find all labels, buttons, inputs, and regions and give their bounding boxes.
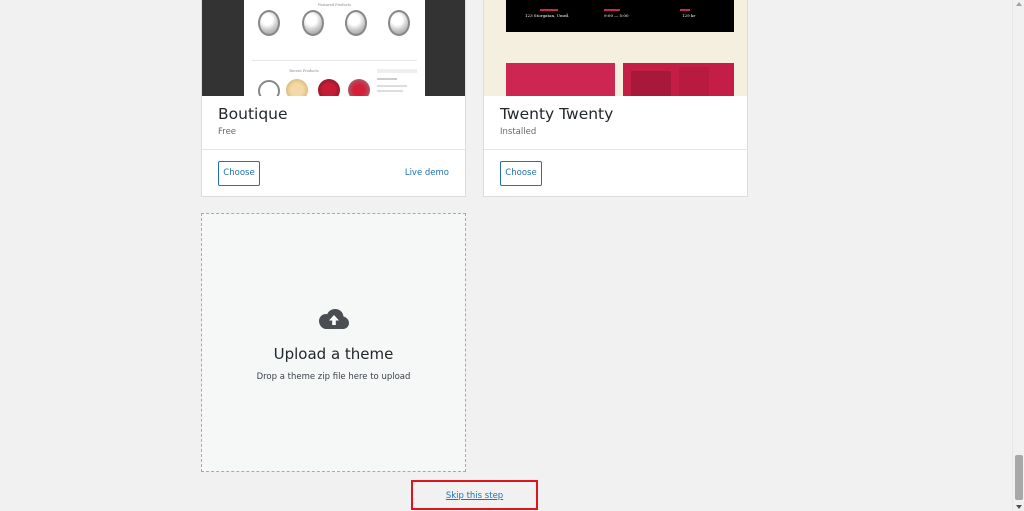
text-line — [377, 90, 403, 92]
hours-text: 9:00 — 5:00 — [604, 13, 629, 18]
scroll-down-arrow-icon[interactable] — [1016, 505, 1022, 509]
product-image — [348, 79, 370, 96]
skip-highlight-frame: Skip this step — [411, 480, 538, 510]
divider — [252, 60, 417, 61]
ring-image — [302, 10, 324, 36]
theme-card-twenty-twenty: 123 Storgatan, Umeå 9:00 — 5:00 129 kr T… — [483, 0, 748, 197]
ring-image — [258, 10, 280, 36]
text-line — [377, 78, 397, 80]
scrollbar-thumb[interactable] — [1015, 455, 1023, 500]
featured-products-heading: Featured Products — [318, 3, 351, 7]
upload-description: Drop a theme zip file here to upload — [256, 372, 411, 382]
red-block — [623, 63, 734, 96]
upload-theme-dropzone[interactable]: Upload a theme Drop a theme zip file her… — [201, 213, 466, 472]
label-mark — [604, 9, 620, 11]
screenshot-page: Featured Products Recent Products — [244, 0, 425, 96]
text-line — [377, 85, 407, 87]
product-image — [318, 79, 340, 96]
search-field — [377, 69, 417, 73]
upload-title: Upload a theme — [273, 345, 394, 363]
red-block — [506, 63, 615, 96]
vertical-scrollbar[interactable] — [1012, 0, 1024, 511]
product-image — [258, 80, 280, 96]
ring-image — [345, 10, 367, 36]
theme-status: Free — [218, 127, 237, 137]
screenshot-header: 123 Storgatan, Umeå 9:00 — 5:00 129 kr — [506, 0, 734, 32]
scroll-up-arrow-icon[interactable] — [1016, 2, 1022, 6]
ring-image — [388, 10, 410, 36]
theme-screenshot[interactable]: 123 Storgatan, Umeå 9:00 — 5:00 129 kr — [484, 0, 747, 96]
label-mark — [540, 9, 558, 11]
theme-actions: Choose — [484, 150, 747, 197]
choose-button[interactable]: Choose — [218, 161, 260, 186]
recent-products-heading: Recent Products — [289, 69, 319, 73]
theme-actions: Choose Live demo — [202, 150, 465, 197]
skip-this-step-link[interactable]: Skip this step — [413, 491, 536, 501]
theme-status: Installed — [500, 127, 537, 137]
theme-screenshot[interactable]: Featured Products Recent Products — [202, 0, 465, 96]
choose-button[interactable]: Choose — [500, 161, 542, 186]
price-text: 129 kr — [682, 13, 696, 18]
theme-info: Twenty Twenty Installed — [484, 96, 747, 150]
shadow-block — [631, 71, 671, 96]
live-demo-link[interactable]: Live demo — [405, 168, 449, 178]
label-mark — [680, 9, 690, 11]
address-text: 123 Storgatan, Umeå — [525, 13, 569, 18]
theme-card-boutique: Featured Products Recent Products Boutiq… — [201, 0, 466, 197]
cloud-upload-icon — [319, 309, 349, 329]
shadow-block — [679, 67, 709, 96]
product-image — [286, 79, 308, 96]
theme-info: Boutique Free — [202, 96, 465, 150]
theme-name: Boutique — [218, 105, 288, 123]
theme-name: Twenty Twenty — [500, 105, 614, 123]
